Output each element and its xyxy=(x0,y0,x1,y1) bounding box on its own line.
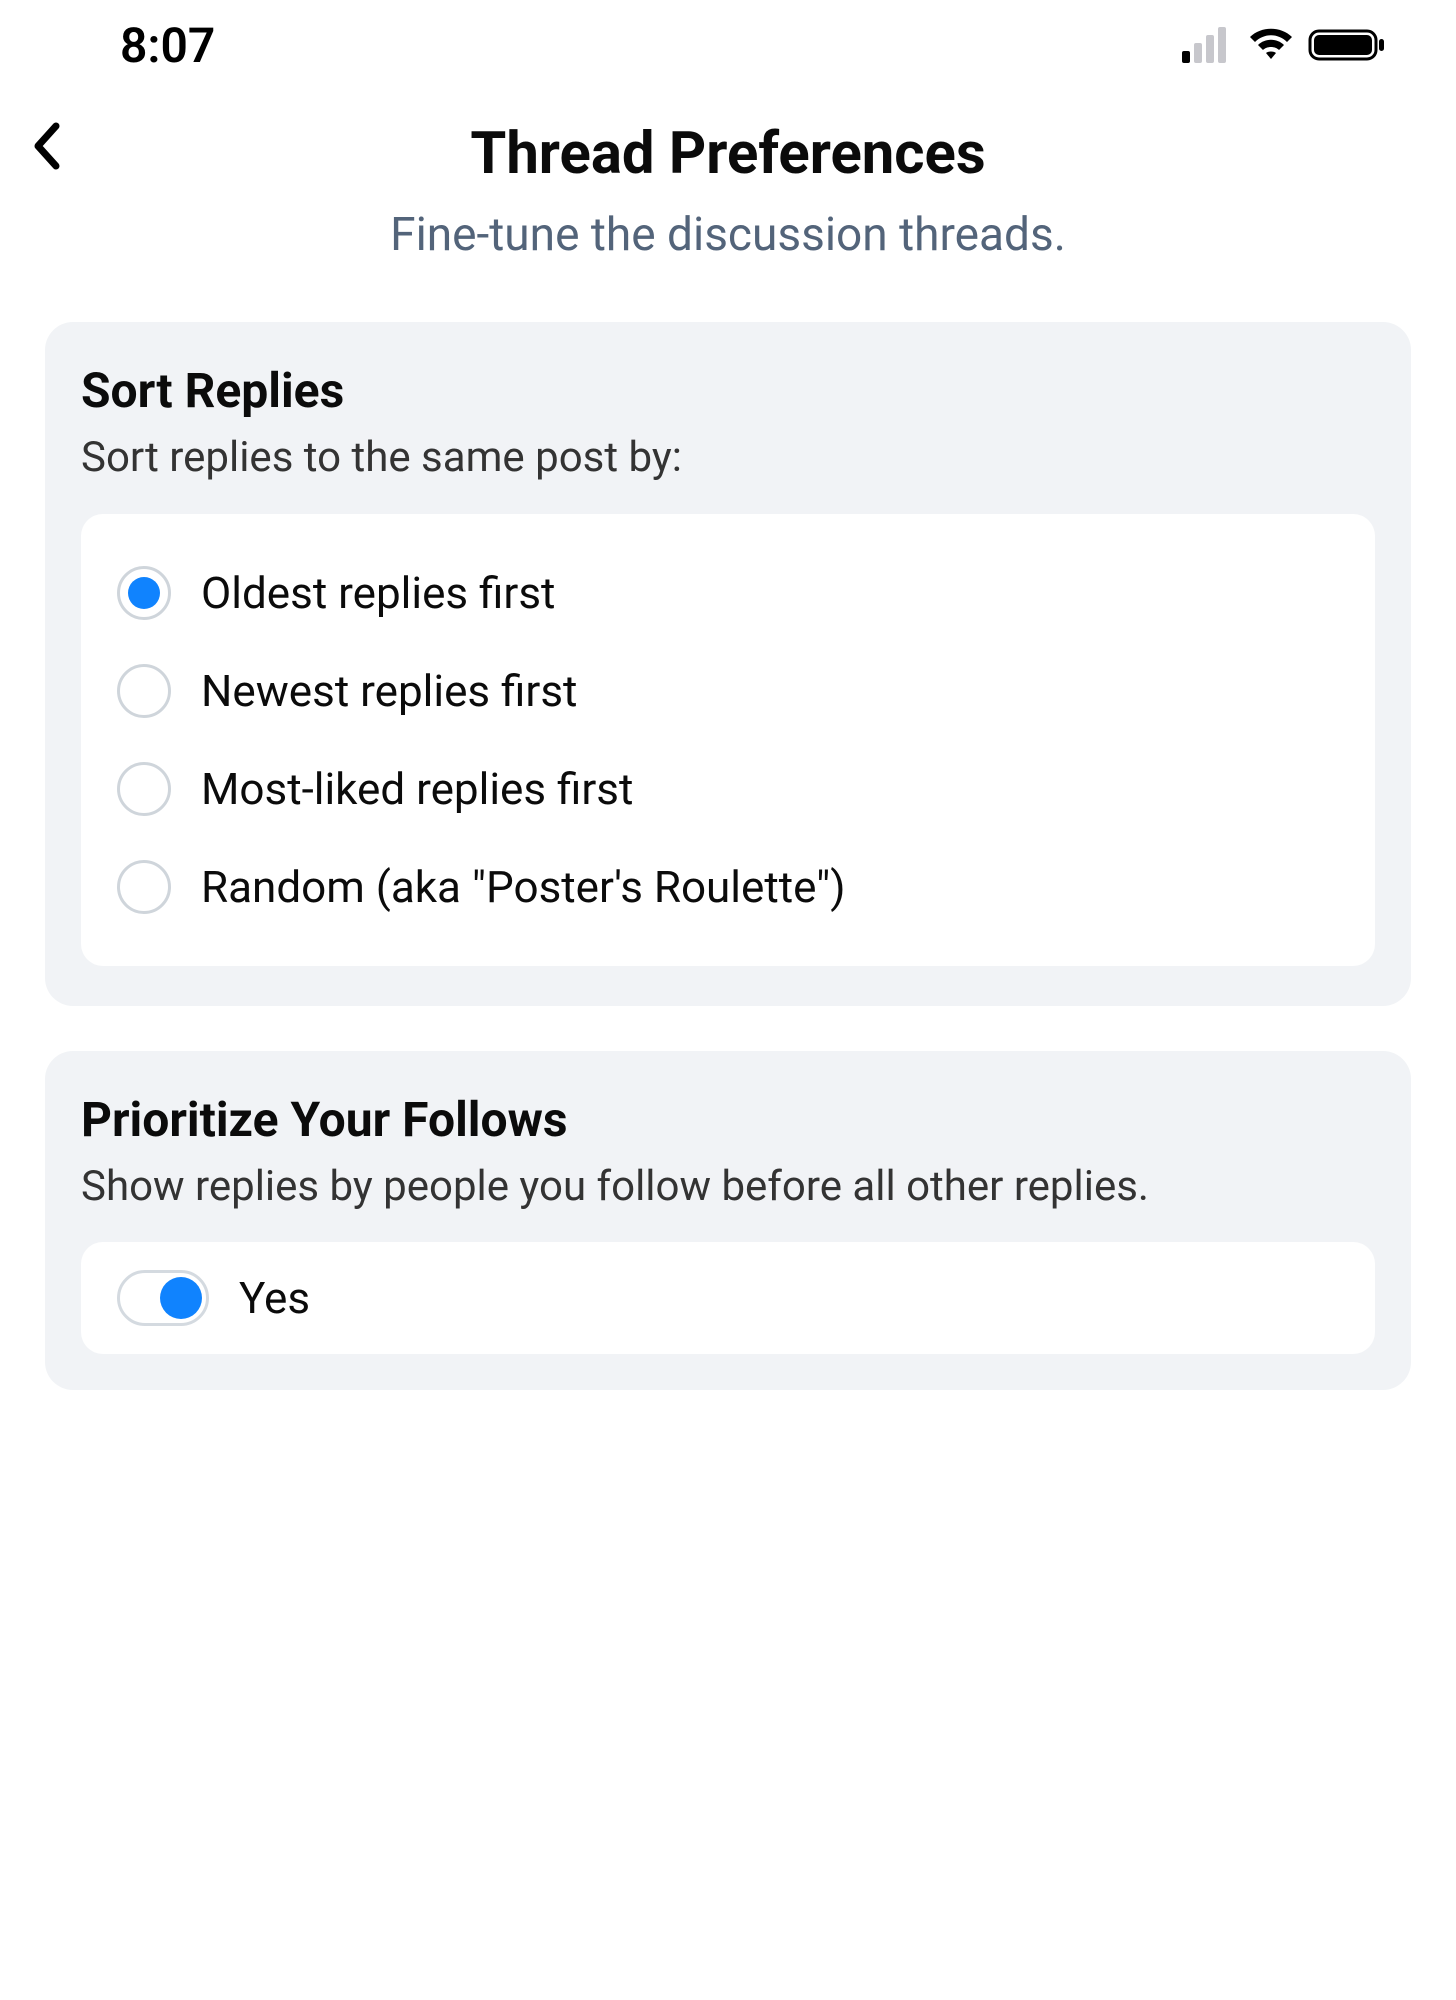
wifi-icon xyxy=(1246,27,1296,63)
prioritize-follows-toggle-panel: Yes xyxy=(81,1242,1375,1354)
content: Sort Replies Sort replies to the same po… xyxy=(0,322,1456,1390)
page-subtitle: Fine-tune the discussion threads. xyxy=(390,208,1066,262)
status-bar: 8:07 xyxy=(0,0,1456,90)
radio-selected-indicator xyxy=(128,577,160,609)
page-header: Thread Preferences Fine-tune the discuss… xyxy=(0,90,1456,322)
prioritize-follows-title: Prioritize Your Follows xyxy=(81,1091,1375,1148)
status-time: 8:07 xyxy=(120,17,215,74)
sort-replies-title: Sort Replies xyxy=(81,362,1375,419)
sort-replies-options: Oldest replies first Newest replies first… xyxy=(81,514,1375,966)
sort-option-1[interactable]: Newest replies first xyxy=(117,642,1339,740)
sort-option-0[interactable]: Oldest replies first xyxy=(117,544,1339,642)
sort-option-label: Random (aka "Poster's Roulette") xyxy=(201,861,846,913)
prioritize-follows-toggle-label: Yes xyxy=(239,1272,310,1324)
status-icons xyxy=(1182,27,1386,63)
page-title: Thread Preferences xyxy=(470,120,985,188)
sort-option-label: Newest replies first xyxy=(201,665,577,717)
sort-option-label: Oldest replies first xyxy=(201,567,555,619)
radio-button xyxy=(117,762,171,816)
sort-option-3[interactable]: Random (aka "Poster's Roulette") xyxy=(117,838,1339,936)
prioritize-follows-toggle[interactable] xyxy=(117,1270,209,1326)
prioritize-follows-description: Show replies by people you follow before… xyxy=(81,1160,1375,1215)
sort-replies-card: Sort Replies Sort replies to the same po… xyxy=(45,322,1411,1006)
radio-button xyxy=(117,664,171,718)
chevron-left-icon xyxy=(30,120,66,172)
sort-replies-description: Sort replies to the same post by: xyxy=(81,431,1375,486)
radio-button xyxy=(117,860,171,914)
radio-button xyxy=(117,566,171,620)
toggle-knob xyxy=(160,1277,202,1319)
battery-icon xyxy=(1308,27,1386,63)
cellular-icon xyxy=(1182,27,1234,63)
sort-option-label: Most-liked replies first xyxy=(201,763,633,815)
prioritize-follows-card: Prioritize Your Follows Show replies by … xyxy=(45,1051,1411,1391)
sort-option-2[interactable]: Most-liked replies first xyxy=(117,740,1339,838)
back-button[interactable] xyxy=(30,120,66,176)
